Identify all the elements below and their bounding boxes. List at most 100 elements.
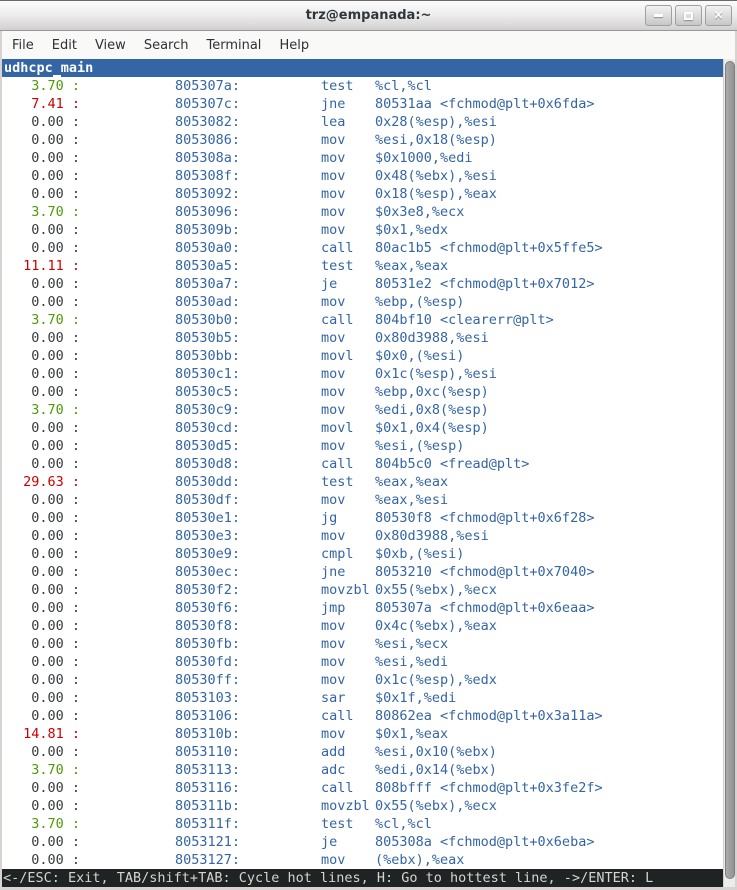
mnemonic: jne: [321, 563, 375, 581]
asm-row[interactable]: 3.70 :805307a:test%cl,%cl: [2, 77, 723, 95]
mnemonic: call: [321, 707, 375, 725]
asm-row[interactable]: 0.00 :80530a0:call80ac1b5 <fchmod@plt+0x…: [2, 239, 723, 257]
asm-row[interactable]: 0.00 :80530df:mov%eax,%esi: [2, 491, 723, 509]
address: 8053110:: [174, 743, 240, 761]
menu-item-terminal[interactable]: Terminal: [197, 34, 270, 57]
asm-row[interactable]: 0.00 :80530d5:mov%esi,(%esp): [2, 437, 723, 455]
menu-item-view[interactable]: View: [86, 34, 135, 57]
mnemonic: movl: [321, 419, 375, 437]
address: 80530a5:: [174, 257, 240, 275]
asm-row[interactable]: 0.00 :8053092:mov0x18(%esp),%eax: [2, 185, 723, 203]
percent: 0.00 :: [2, 491, 80, 509]
address: 80530f2:: [174, 581, 240, 599]
mnemonic: movl: [321, 347, 375, 365]
operand: %cl,%cl: [375, 816, 432, 832]
asm-row[interactable]: 0.00 :80530e1:jg80530f8 <fchmod@plt+0x6f…: [2, 509, 723, 527]
percent: 0.00 :: [2, 365, 80, 383]
asm-row[interactable]: 0.00 :8053121:je805308a <fchmod@plt+0x6e…: [2, 833, 723, 851]
operand: 80531aa <fchmod@plt+0x6fda>: [375, 96, 594, 112]
operand: $0x3e8,%ecx: [375, 204, 464, 220]
minimize-button[interactable]: [645, 5, 672, 26]
asm-row[interactable]: 0.00 :80530e9:cmpl$0xb,(%esi): [2, 545, 723, 563]
asm-row[interactable]: 0.00 :8053127:mov(%ebx),%eax: [2, 851, 723, 869]
operand: 804bf10 <clearerr@plt>: [375, 312, 554, 328]
percent: 0.00 :: [2, 635, 80, 653]
operand: %eax,%esi: [375, 492, 448, 508]
asm-row[interactable]: 0.00 :80530c5:mov%ebp,0xc(%esp): [2, 383, 723, 401]
asm-row[interactable]: 0.00 :80530f8:mov0x4c(%ebx),%eax: [2, 617, 723, 635]
asm-row[interactable]: 0.00 :80530d8:call804b5c0 <fread@plt>: [2, 455, 723, 473]
mnemonic: adc: [321, 761, 375, 779]
asm-row[interactable]: 0.00 :80530f2:movzbl0x55(%ebx),%ecx: [2, 581, 723, 599]
percent: 0.00 :: [2, 779, 80, 797]
asm-row[interactable]: 3.70 :8053113:adc%edi,0x14(%ebx): [2, 761, 723, 779]
menu-item-help[interactable]: Help: [270, 34, 318, 57]
percent: 29.63 :: [2, 473, 80, 491]
mnemonic: jne: [321, 95, 375, 113]
percent: 11.11 :: [2, 257, 80, 275]
title-bar[interactable]: trz@empanada:~ ×: [0, 0, 737, 31]
operand: 0x80d3988,%esi: [375, 528, 489, 544]
menu-item-file[interactable]: File: [3, 34, 43, 57]
asm-row[interactable]: 11.11 :80530a5:test%eax,%eax: [2, 257, 723, 275]
asm-row[interactable]: 0.00 :80530ff:mov0x1c(%esp),%edx: [2, 671, 723, 689]
mnemonic: mov: [321, 491, 375, 509]
asm-row[interactable]: 0.00 :80530bb:movl$0x0,(%esi): [2, 347, 723, 365]
percent: 0.00 :: [2, 383, 80, 401]
address: 80530dd:: [174, 473, 240, 491]
asm-row[interactable]: 0.00 :805308f:mov0x48(%ebx),%esi: [2, 167, 723, 185]
asm-row[interactable]: 0.00 :80530fd:mov%esi,%edi: [2, 653, 723, 671]
percent: 3.70 :: [2, 311, 80, 329]
address: 805310b:: [174, 725, 240, 743]
asm-row[interactable]: 0.00 :80530cd:movl$0x1,0x4(%esp): [2, 419, 723, 437]
asm-row[interactable]: 29.63 :80530dd:test%eax,%eax: [2, 473, 723, 491]
asm-row[interactable]: 3.70 :80530c9:mov%edi,0x8(%esp): [2, 401, 723, 419]
asm-row[interactable]: 0.00 :8053106:call80862ea <fchmod@plt+0x…: [2, 707, 723, 725]
mnemonic: mov: [321, 149, 375, 167]
asm-row[interactable]: 0.00 :80530ad:mov%ebp,(%esp): [2, 293, 723, 311]
asm-row[interactable]: 0.00 :8053086:mov%esi,0x18(%esp): [2, 131, 723, 149]
address: 80530ad:: [174, 293, 240, 311]
asm-row[interactable]: 0.00 :80530c1:mov0x1c(%esp),%esi: [2, 365, 723, 383]
asm-row[interactable]: 0.00 :80530f6:jmp805307a <fchmod@plt+0x6…: [2, 599, 723, 617]
asm-row[interactable]: 0.00 :805311b:movzbl0x55(%ebx),%ecx: [2, 797, 723, 815]
asm-row[interactable]: 0.00 :80530e3:mov0x80d3988,%esi: [2, 527, 723, 545]
address: 8053092:: [174, 185, 240, 203]
asm-row[interactable]: 14.81 :805310b:mov$0x1,%eax: [2, 725, 723, 743]
terminal-cursor: [53, 59, 61, 77]
percent: 0.00 :: [2, 617, 80, 635]
asm-row[interactable]: 3.70 :8053096:mov$0x3e8,%ecx: [2, 203, 723, 221]
mnemonic: lea: [321, 113, 375, 131]
asm-row[interactable]: 3.70 :80530b0:call804bf10 <clearerr@plt>: [2, 311, 723, 329]
operand: %esi,(%esp): [375, 438, 464, 454]
asm-row[interactable]: 0.00 :8053103:sar$0x1f,%edi: [2, 689, 723, 707]
scrollbar-thumb[interactable]: [725, 61, 735, 879]
asm-row[interactable]: 0.00 :80530b5:mov0x80d3988,%esi: [2, 329, 723, 347]
asm-row[interactable]: 0.00 :8053110:add%esi,0x10(%ebx): [2, 743, 723, 761]
asm-row[interactable]: 0.00 :805308a:mov$0x1000,%edi: [2, 149, 723, 167]
menu-item-edit[interactable]: Edit: [43, 34, 86, 57]
asm-row[interactable]: 0.00 :80530a7:je80531e2 <fchmod@plt+0x70…: [2, 275, 723, 293]
close-button[interactable]: ×: [705, 5, 732, 26]
menu-item-search[interactable]: Search: [135, 34, 198, 57]
asm-row[interactable]: 3.70 :805311f:test%cl,%cl: [2, 815, 723, 833]
asm-row[interactable]: 7.41 :805307c:jne80531aa <fchmod@plt+0x6…: [2, 95, 723, 113]
address: 8053086:: [174, 131, 240, 149]
asm-row[interactable]: 0.00 :80530ec:jne8053210 <fchmod@plt+0x7…: [2, 563, 723, 581]
asm-row[interactable]: 0.00 :8053116:call808bfff <fchmod@plt+0x…: [2, 779, 723, 797]
scrollbar[interactable]: [723, 59, 735, 887]
asm-row[interactable]: 0.00 :8053082:lea0x28(%esp),%esi: [2, 113, 723, 131]
maximize-button[interactable]: [675, 5, 702, 26]
percent: 0.00 :: [2, 419, 80, 437]
operand: 808bfff <fchmod@plt+0x3fe2f>: [375, 780, 603, 796]
operand: %edi,0x8(%esp): [375, 402, 489, 418]
mnemonic: test: [321, 473, 375, 491]
address: 805309b:: [174, 221, 240, 239]
operand: 0x55(%ebx),%ecx: [375, 798, 497, 814]
asm-row[interactable]: 0.00 :80530fb:mov%esi,%ecx: [2, 635, 723, 653]
address: 8053127:: [174, 851, 240, 869]
address: 80530e9:: [174, 545, 240, 563]
asm-row[interactable]: 0.00 :805309b:mov$0x1,%edx: [2, 221, 723, 239]
terminal-window: trz@empanada:~ × File Edit View Search T…: [0, 0, 737, 890]
mnemonic: test: [321, 257, 375, 275]
